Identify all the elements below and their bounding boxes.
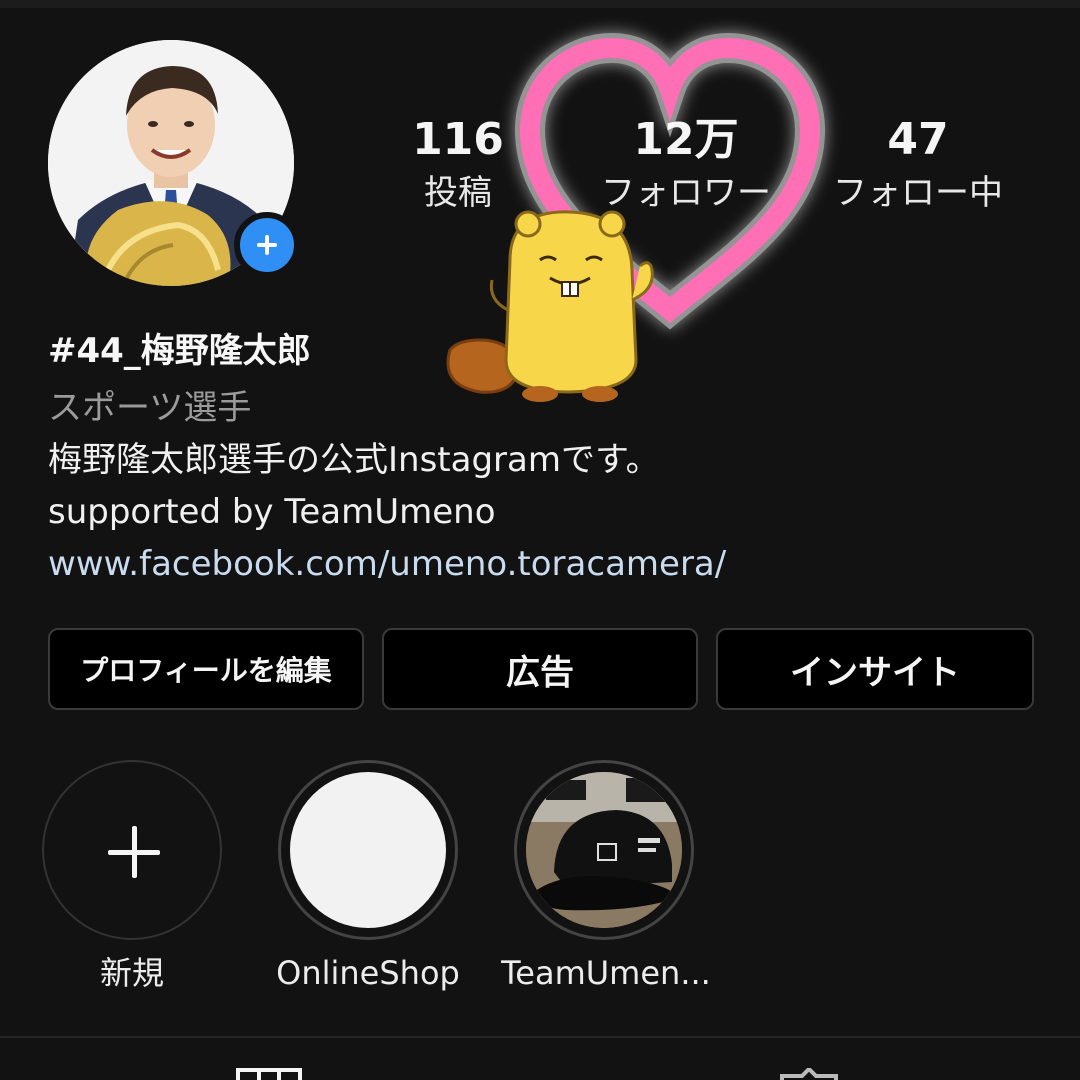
profile-tab-bar [0,1036,1080,1080]
bio-line: supported by TeamUmeno [48,492,496,532]
profile-category: スポーツ選手 [48,388,252,428]
posts-count: 116 [412,114,504,165]
insights-button[interactable]: インサイト [716,628,1034,710]
followers-stat[interactable]: 12万 フォロワー [576,112,796,218]
profile-link[interactable]: www.facebook.com/umeno.toracamera/ [48,540,726,588]
followers-label: フォロワー [601,173,771,213]
highlight-onlineshop[interactable] [278,760,458,940]
highlight-label: OnlineShop [276,954,460,992]
highlight-cover [526,772,682,928]
highlight-teamumeno[interactable] [514,760,694,940]
followers-count: 12万 [633,114,739,165]
following-count: 47 [887,114,949,165]
ads-button[interactable]: 広告 [382,628,698,710]
following-stat[interactable]: 47 フォロー中 [808,112,1028,218]
new-highlight-button[interactable] [42,760,222,940]
bio-line: 梅野隆太郎選手の公式Instagramです。 [48,440,660,480]
highlight-label: 新規 [99,954,164,992]
add-story-button[interactable] [234,212,300,278]
profile-avatar-group[interactable] [48,40,300,286]
tagged-icon[interactable] [776,1068,842,1080]
posts-stat[interactable]: 116 投稿 [348,112,568,218]
highlight-cover [290,772,446,928]
edit-profile-button[interactable]: プロフィールを編集 [48,628,364,710]
highlight-label: TeamUmen... [501,954,711,992]
posts-label: 投稿 [424,173,492,213]
profile-name: #44_梅野隆太郎 [48,331,311,371]
beaver-sticker [446,210,654,402]
grid-icon[interactable] [236,1068,302,1080]
top-divider [0,0,1080,8]
following-label: フォロー中 [833,173,1003,213]
cap-photo [526,772,682,928]
